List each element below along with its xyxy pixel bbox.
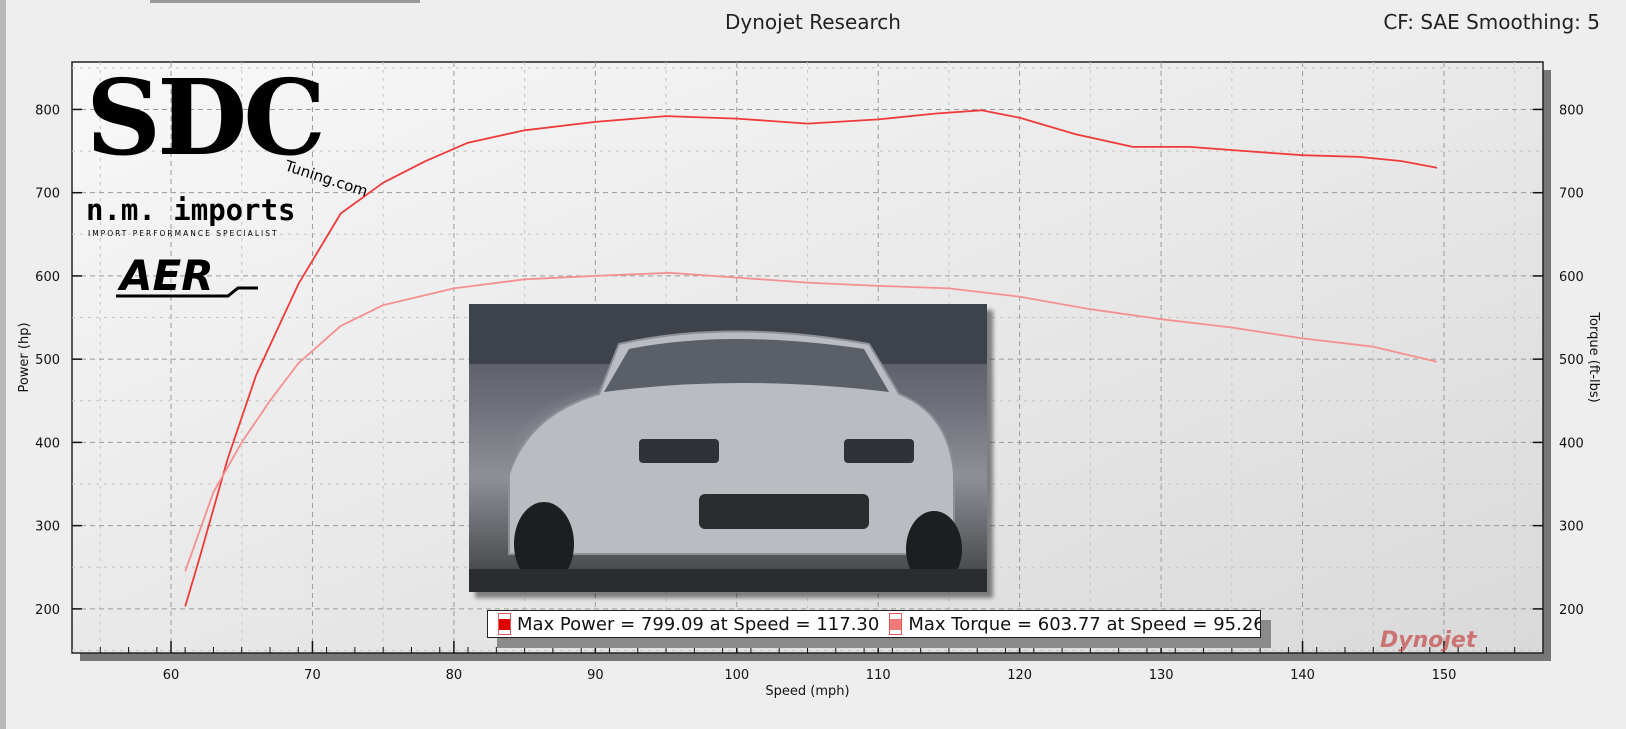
x-tick-label: 60	[163, 668, 180, 683]
chart-legend: Max Power = 799.09 at Speed = 117.30 Max…	[487, 610, 1261, 638]
x-axis-title: Speed (mph)	[765, 684, 849, 699]
legend-torque-marker	[889, 613, 903, 635]
x-tick-label: 70	[304, 668, 321, 683]
x-tick-label: 110	[866, 668, 891, 683]
y2-tick-label: 300	[1559, 520, 1584, 535]
legend-power-marker	[498, 613, 511, 635]
y2-tick-label: 200	[1559, 603, 1584, 618]
car-silhouette-icon	[469, 304, 987, 592]
y-tick-label: 600	[35, 270, 60, 285]
y2-axis-title: Torque (ft-lbs)	[1586, 311, 1601, 402]
dynojet-watermark-text: Dynojet	[1380, 628, 1478, 652]
torque-swatch-icon	[890, 618, 902, 630]
sdc-tuning-logo: SDC Tuning.com n.m. imports IMPORT PERFO…	[86, 62, 370, 300]
nm-imports-tagline: IMPORT PERFORMANCE SPECIALIST	[88, 229, 279, 238]
nm-imports-logo-text: n.m. imports	[86, 193, 296, 227]
x-tick-label: 150	[1432, 668, 1457, 683]
car-photo	[469, 304, 987, 592]
y-tick-label: 200	[35, 603, 60, 618]
y2-tick-label: 700	[1559, 187, 1584, 202]
y-tick-label: 400	[35, 436, 60, 451]
x-tick-label: 90	[587, 668, 604, 683]
y2-tick-label: 600	[1559, 270, 1584, 285]
x-tick-label: 100	[724, 668, 749, 683]
y2-tick-label: 800	[1559, 103, 1584, 118]
y2-tick-label: 400	[1559, 436, 1584, 451]
y-axis-title: Power (hp)	[17, 322, 32, 392]
x-tick-label: 130	[1149, 668, 1174, 683]
legend-max-torque: Max Torque = 603.77 at Speed = 95.26	[908, 613, 1261, 635]
x-tick-label: 80	[446, 668, 463, 683]
y-tick-label: 700	[35, 187, 60, 202]
x-tick-label: 120	[1007, 668, 1032, 683]
y-tick-label: 500	[35, 353, 60, 368]
y2-tick-label: 500	[1559, 353, 1584, 368]
power-swatch-icon	[499, 618, 510, 630]
aer-logo-text: AER	[117, 251, 214, 300]
dynojet-watermark-logo: Dynojet	[1380, 628, 1478, 652]
y-tick-label: 300	[35, 520, 60, 535]
legend-max-power: Max Power = 799.09 at Speed = 117.30	[517, 613, 880, 635]
y-tick-label: 800	[35, 103, 60, 118]
x-tick-label: 140	[1290, 668, 1315, 683]
